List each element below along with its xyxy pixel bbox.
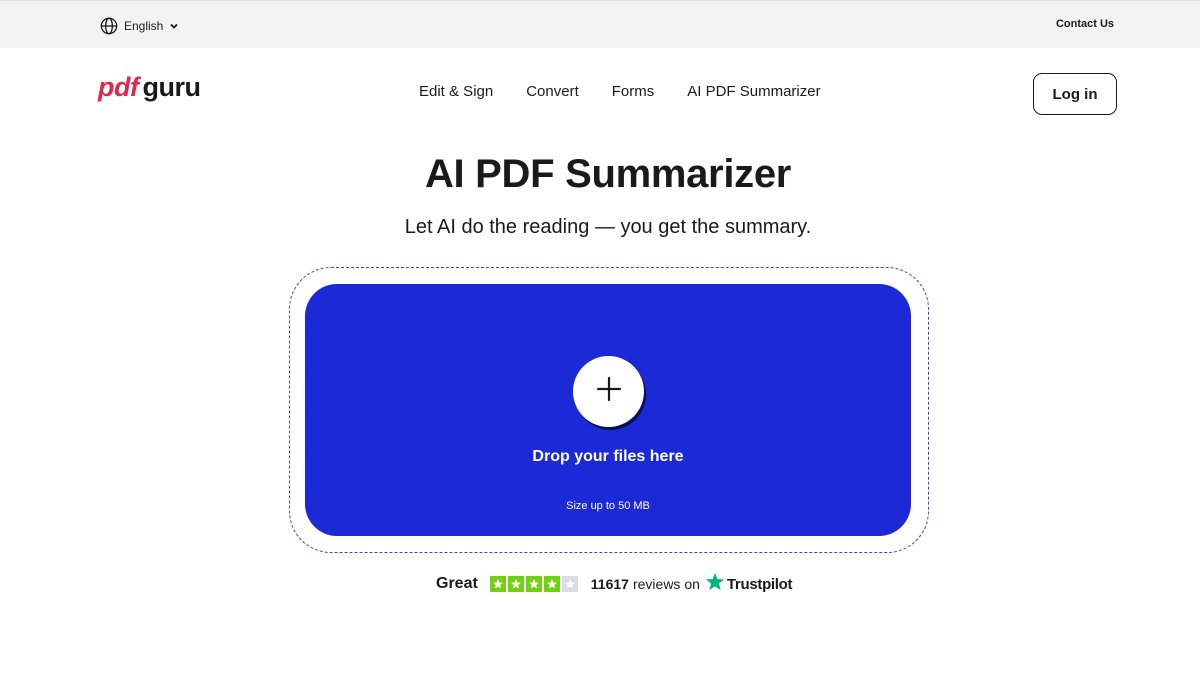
trustpilot-logo: Trustpilot xyxy=(705,572,793,596)
trustpilot-label: Trustpilot xyxy=(726,575,793,593)
nav-edit-sign[interactable]: Edit & Sign xyxy=(419,83,493,100)
login-button[interactable]: Log in xyxy=(1033,73,1117,115)
reviews-on-text: reviews on xyxy=(632,576,700,592)
dropzone-size-limit: Size up to 50 MB xyxy=(566,500,650,512)
page-subtitle: Let AI do the reading — you get the summ… xyxy=(404,216,812,238)
language-label: English xyxy=(124,19,164,33)
nav-ai-pdf-summarizer[interactable]: AI PDF Summarizer xyxy=(687,83,820,100)
globe-icon xyxy=(100,17,118,35)
chevron-down-icon xyxy=(169,21,179,31)
contact-us-link[interactable]: Contact Us xyxy=(1056,18,1114,30)
page-title: AI PDF Summarizer xyxy=(424,152,792,196)
language-selector[interactable]: English xyxy=(100,16,179,36)
main-header: pdf guru Edit & Sign Convert Forms AI PD… xyxy=(0,48,1200,138)
star-icon xyxy=(507,576,524,592)
logo-guru-text: guru xyxy=(142,72,201,102)
trustpilot-rating[interactable]: Great 11617 reviews on Trustpilot xyxy=(436,572,793,596)
file-dropzone[interactable]: Drop your files here Size up to 50 MB xyxy=(305,284,911,536)
nav-forms[interactable]: Forms xyxy=(612,83,655,100)
trustpilot-star-icon xyxy=(705,572,725,596)
rating-stars xyxy=(489,576,578,592)
review-count: 11617 xyxy=(590,576,629,592)
top-utility-bar: English Contact Us xyxy=(0,0,1200,48)
dropzone-label: Drop your files here xyxy=(532,448,684,465)
nav-convert[interactable]: Convert xyxy=(526,83,579,100)
rating-word: Great xyxy=(436,575,478,592)
main-nav: Edit & Sign Convert Forms AI PDF Summari… xyxy=(419,83,821,100)
star-icon xyxy=(489,576,506,592)
add-file-button[interactable] xyxy=(573,356,644,427)
logo-pdf-text: pdf xyxy=(98,72,139,102)
pdf-guru-logo[interactable]: pdf guru xyxy=(98,72,201,102)
star-icon xyxy=(543,576,560,592)
star-icon xyxy=(561,576,578,592)
star-icon xyxy=(525,576,542,592)
plus-icon xyxy=(595,375,623,408)
